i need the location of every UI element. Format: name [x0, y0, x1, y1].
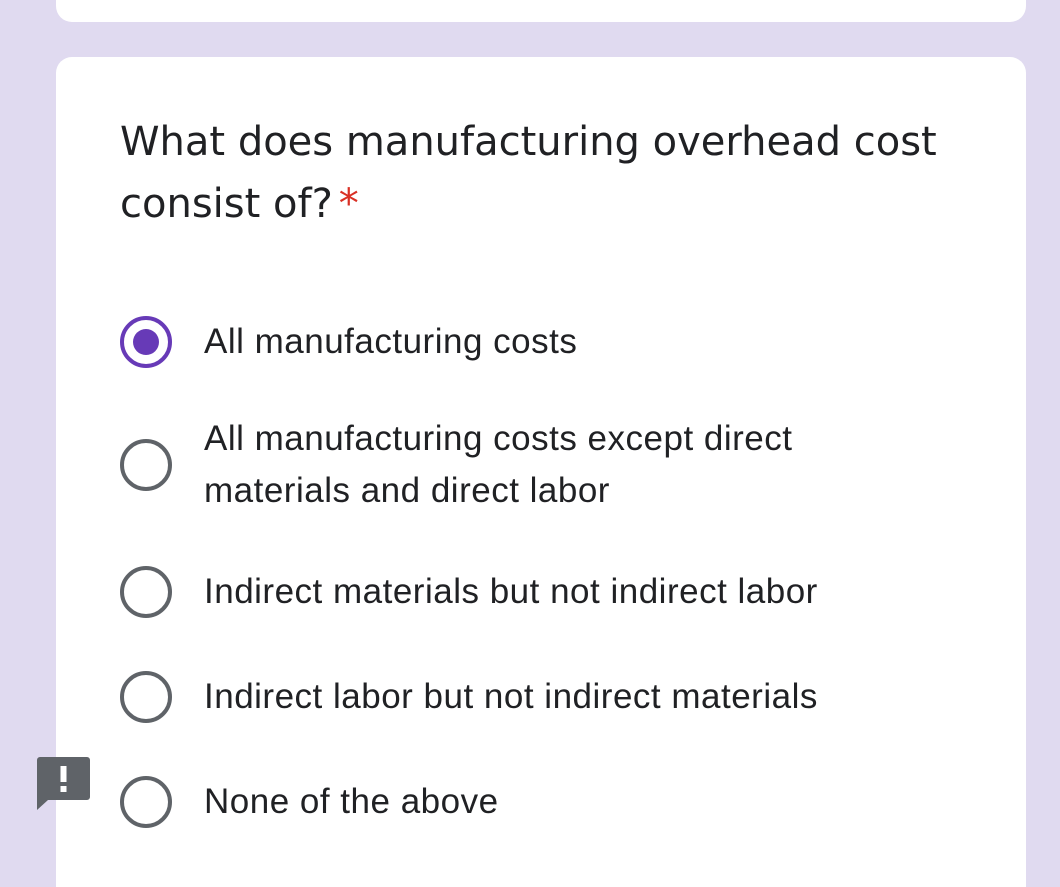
option-label: All manufacturing costs [204, 322, 578, 361]
option-indirect-materials[interactable]: Indirect materials but not indirect labo… [120, 565, 980, 619]
question-card: What does manufacturing overhead cost co… [56, 57, 1026, 887]
report-feedback-icon[interactable] [37, 757, 90, 810]
radio-button-selected[interactable] [120, 316, 172, 368]
option-label: Indirect materials but not indirect labo… [204, 572, 818, 611]
radio-button[interactable] [120, 566, 172, 618]
required-asterisk: * [338, 181, 359, 227]
radio-button[interactable] [120, 671, 172, 723]
option-indirect-labor[interactable]: Indirect labor but not indirect material… [120, 670, 980, 724]
radio-button[interactable] [120, 776, 172, 828]
option-label: Indirect labor but not indirect material… [204, 677, 818, 716]
option-except-direct[interactable]: All manufacturing costs except direct ma… [120, 413, 980, 517]
option-all-manufacturing-costs[interactable]: All manufacturing costs [120, 315, 980, 369]
option-label: All manufacturing costs except direct ma… [204, 419, 793, 510]
question-text: What does manufacturing overhead cost co… [120, 119, 937, 227]
radio-button[interactable] [120, 439, 172, 491]
previous-question-card [56, 0, 1026, 22]
option-none-of-the-above[interactable]: None of the above [120, 775, 980, 829]
option-label: None of the above [204, 782, 499, 821]
question-title: What does manufacturing overhead cost co… [120, 111, 940, 235]
